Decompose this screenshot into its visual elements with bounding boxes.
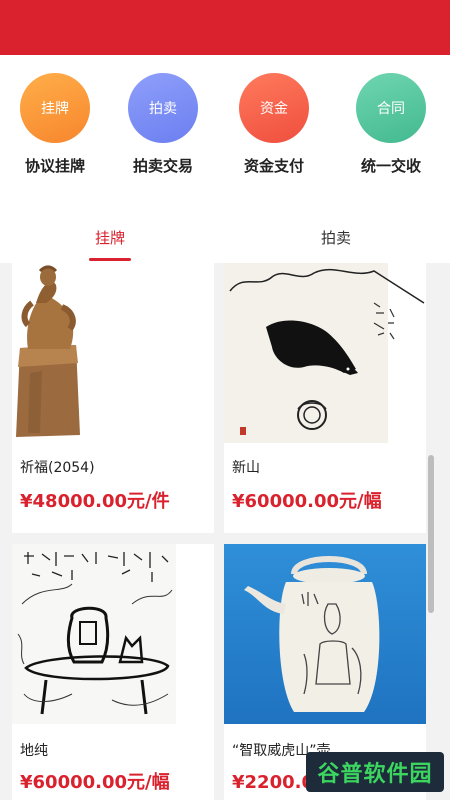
product-title: 祈福(2054) [20,460,95,476]
active-tab-indicator [89,258,131,261]
product-card[interactable]: 祈福(2054) ¥48000.00元/件 [12,263,214,533]
product-price: ¥48000.00元/件 [20,491,170,512]
product-price: ¥60000.00元/幅 [232,491,382,512]
feature-label: 资金支付 [243,157,304,175]
listing-icon: 挂牌 [20,73,90,143]
product-card[interactable]: 新山 ¥60000.00元/幅 [224,263,426,533]
feature-row: 挂牌 协议挂牌 拍卖 拍卖交易 资金 资金支付 合同 统一交收 [0,55,450,205]
funds-icon: 资金 [239,73,309,143]
category-tabs: 挂牌 拍卖 [0,205,450,263]
product-grid: 祈福(2054) ¥48000.00元/件 新山 ¥60000.00元/幅 地纯… [0,263,450,800]
feature-circle-text: 合同 [377,101,405,117]
product-image-teapot [224,544,426,724]
product-price: ¥60000.00元/幅 [20,772,170,793]
app-header [0,0,450,55]
product-card[interactable]: 地纯 ¥60000.00元/幅 [12,544,214,800]
feature-circle-text: 挂牌 [41,101,69,117]
product-title: 新山 [232,460,260,476]
feature-label: 协议挂牌 [24,157,85,175]
product-image-ink-sketch [12,544,214,724]
feature-listing[interactable]: 挂牌 协议挂牌 [0,73,110,176]
feature-contract[interactable]: 合同 统一交收 [336,73,446,176]
tab-auction[interactable]: 拍卖 [271,227,401,248]
tab-listing[interactable]: 挂牌 [45,227,175,248]
scrollbar[interactable] [428,455,434,613]
feature-circle-text: 资金 [260,101,288,117]
product-image-ink-bird [224,263,426,443]
watermark-logo: 谷普软件园 [306,752,444,792]
product-title: 地纯 [20,743,48,759]
auction-icon: 拍卖 [128,73,198,143]
feature-auction[interactable]: 拍卖 拍卖交易 [108,73,218,176]
product-image-sculpture [12,263,214,443]
feature-circle-text: 拍卖 [149,101,177,117]
contract-icon: 合同 [356,73,426,143]
feature-label: 拍卖交易 [132,157,193,175]
feature-label: 统一交收 [360,157,421,175]
feature-funds[interactable]: 资金 资金支付 [219,73,329,176]
